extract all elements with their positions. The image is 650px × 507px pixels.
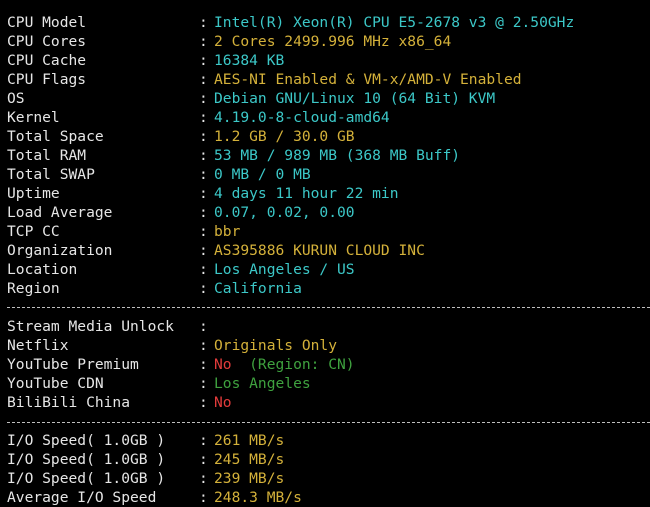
row-label: Kernel [7,109,60,126]
stream-media-header: Stream Media Unlock: [7,317,214,336]
row-colon: : [199,318,208,335]
media-row: YouTube Premium: No (Region: CN) [7,355,355,374]
separator-line [7,307,650,308]
system-row: Kernel:4.19.0-8-cloud-amd64 [7,108,390,127]
row-label: OS [7,90,25,107]
row-label: Total Space [7,128,104,145]
system-row: Total Space:1.2 GB / 30.0 GB [7,127,355,146]
row-label: Uptime [7,185,60,202]
row-value: Originals Only [214,337,338,354]
row-label: CPU Cores [7,33,87,50]
row-value: (Region: CN) [231,356,355,373]
row-value: 0.07, 0.02, 0.00 [214,204,355,221]
system-row: OS: Debian GNU/Linux 10 (64 Bit) KVM [7,89,495,108]
row-value: 2 Cores 2499.996 MHz x86_64 [214,33,452,50]
io-row: Average I/O Speed:248.3 MB/s [7,488,302,507]
row-label: CPU Model [7,14,87,31]
row-colon: : [199,185,208,202]
system-row: Region: California [7,279,302,298]
row-label: Netflix [7,337,69,354]
row-label: I/O Speed( 1.0GB ) [7,432,166,449]
row-label: Region [7,280,60,297]
system-row: TCP CC: bbr [7,222,240,241]
row-value: California [214,280,302,297]
system-row: Total RAM:53 MB / 989 MB (368 MB Buff) [7,146,460,165]
row-label: CPU Cache [7,52,87,69]
row-colon: : [199,223,208,240]
row-value: No [214,394,232,411]
row-value: 4 days 11 hour 22 min [214,185,399,202]
system-row: Uptime:4 days 11 hour 22 min [7,184,399,203]
system-row: Total SWAP:0 MB / 0 MB [7,165,311,184]
media-row: YouTube CDN: Los Angeles [7,374,311,393]
row-colon: : [199,52,208,69]
row-label: I/O Speed( 1.0GB ) [7,451,166,468]
system-row: CPU Flags: AES-NI Enabled & VM-x/AMD-V En… [7,70,522,89]
row-colon: : [199,280,208,297]
row-colon: : [199,489,208,506]
row-label: Total RAM [7,147,87,164]
row-colon: : [199,337,208,354]
row-value: Debian GNU/Linux 10 (64 Bit) KVM [214,90,496,107]
row-value: 1.2 GB / 30.0 GB [214,128,355,145]
terminal-window: CPU Model: Intel(R) Xeon(R) CPU E5-2678 v… [0,0,650,507]
row-colon: : [199,90,208,107]
row-value: 245 MB/s [214,451,285,468]
row-value: AS395886 KURUN CLOUD INC [214,242,425,259]
row-value: 53 MB / 989 MB (368 MB Buff) [214,147,461,164]
row-value: 248.3 MB/s [214,489,302,506]
row-label: BiliBili China [7,394,131,411]
row-colon: : [199,109,208,126]
row-label: Location [7,261,78,278]
io-row: I/O Speed( 1.0GB ):245 MB/s [7,450,284,469]
row-label: TCP CC [7,223,60,240]
row-colon: : [199,451,208,468]
row-value: No [214,356,232,373]
row-colon: : [199,71,208,88]
row-value: 4.19.0-8-cloud-amd64 [214,109,390,126]
row-label: CPU Flags [7,71,87,88]
io-row: I/O Speed( 1.0GB ):261 MB/s [7,431,284,450]
row-label: I/O Speed( 1.0GB ) [7,470,166,487]
row-colon: : [199,14,208,31]
system-row: CPU Cores:2 Cores 2499.996 MHz x86_64 [7,32,451,51]
row-value: 261 MB/s [214,432,285,449]
row-value: Intel(R) Xeon(R) CPU E5-2678 v3 @ 2.50GH… [214,14,575,31]
row-colon: : [199,394,208,411]
row-colon: : [199,261,208,278]
row-label: Average I/O Speed [7,489,157,506]
row-colon: : [199,470,208,487]
io-row: I/O Speed( 1.0GB ):239 MB/s [7,469,284,488]
row-colon: : [199,128,208,145]
system-row: Organization: AS395886 KURUN CLOUD INC [7,241,425,260]
row-colon: : [199,166,208,183]
row-colon: : [199,33,208,50]
row-value: Los Angeles / US [214,261,355,278]
row-value: 16384 KB [214,52,285,69]
system-row: Location: Los Angeles / US [7,260,355,279]
system-row: CPU Model: Intel(R) Xeon(R) CPU E5-2678 v… [7,13,574,32]
row-colon: : [199,375,208,392]
system-row: Load Average:0.07, 0.02, 0.00 [7,203,355,222]
row-value: AES-NI Enabled & VM-x/AMD-V Enabled [214,71,522,88]
row-value: bbr [214,223,241,240]
system-row: CPU Cache:16384 KB [7,51,284,70]
row-colon: : [199,204,208,221]
section-title: Stream Media Unlock [7,318,174,335]
separator-line [7,422,650,423]
row-label: Total SWAP [7,166,95,183]
media-row: BiliBili China: No [7,393,232,412]
row-label: YouTube Premium [7,356,139,373]
row-label: Organization [7,242,113,259]
row-label: YouTube CDN [7,375,104,392]
row-colon: : [199,356,208,373]
row-value: 0 MB / 0 MB [214,166,311,183]
row-colon: : [199,242,208,259]
row-value: 239 MB/s [214,470,285,487]
row-value: Los Angeles [214,375,311,392]
row-label: Load Average [7,204,113,221]
row-colon: : [199,147,208,164]
media-row: Netflix: Originals Only [7,336,337,355]
row-colon: : [199,432,208,449]
